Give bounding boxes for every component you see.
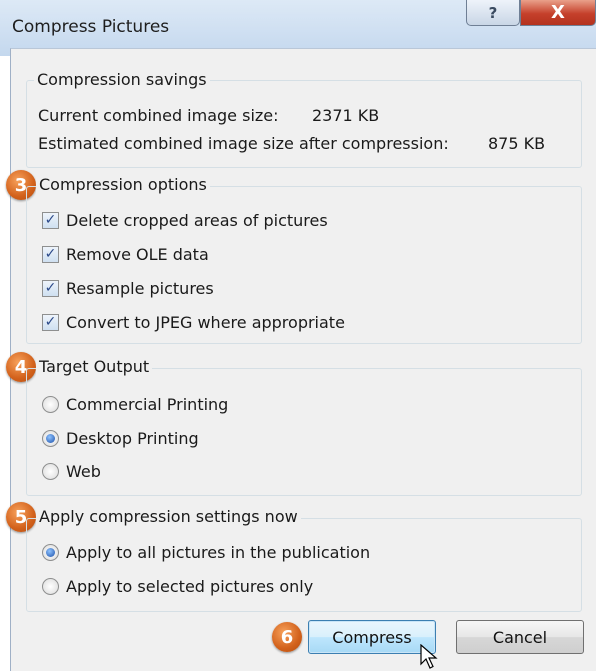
commercial-printing-radio[interactable]	[42, 396, 59, 413]
web-radio[interactable]	[42, 463, 59, 480]
options-legend: Compression options	[36, 175, 210, 195]
remove-ole-label[interactable]: Remove OLE data	[66, 245, 209, 265]
close-button[interactable]: X	[520, 0, 596, 26]
savings-legend: Compression savings	[34, 70, 210, 90]
delete-cropped-checkbox[interactable]: ✓	[42, 212, 59, 229]
window-title: Compress Pictures	[12, 17, 170, 37]
estimated-size-label: Estimated combined image size after comp…	[38, 134, 449, 153]
apply-legend: Apply compression settings now	[36, 507, 301, 527]
resample-checkbox[interactable]: ✓	[42, 280, 59, 297]
mouse-cursor-icon	[420, 644, 438, 669]
desktop-printing-radio[interactable]	[42, 430, 59, 447]
desktop-printing-label[interactable]: Desktop Printing	[66, 429, 199, 449]
apply-selected-radio[interactable]	[42, 578, 59, 595]
apply-group	[26, 518, 582, 612]
remove-ole-checkbox[interactable]: ✓	[42, 246, 59, 263]
commercial-printing-label[interactable]: Commercial Printing	[66, 395, 228, 415]
estimated-size-value: 875 KB	[488, 134, 546, 153]
current-size-value: 2371 KB	[312, 106, 380, 125]
delete-cropped-label[interactable]: Delete cropped areas of pictures	[66, 211, 328, 231]
apply-all-radio[interactable]	[42, 544, 59, 561]
apply-all-label[interactable]: Apply to all pictures in the publication	[66, 543, 370, 563]
step-6-badge: 6	[272, 622, 302, 652]
target-legend: Target Output	[36, 357, 153, 377]
help-icon: ?	[488, 3, 498, 22]
current-size-label: Current combined image size:	[38, 106, 279, 125]
convert-jpeg-label[interactable]: Convert to JPEG where appropriate	[66, 313, 345, 333]
web-label[interactable]: Web	[66, 462, 101, 482]
cancel-button[interactable]: Cancel	[456, 620, 584, 654]
close-icon: X	[551, 2, 565, 23]
apply-selected-label[interactable]: Apply to selected pictures only	[66, 577, 313, 597]
convert-jpeg-checkbox[interactable]: ✓	[42, 314, 59, 331]
help-button[interactable]: ?	[466, 0, 520, 26]
resample-label[interactable]: Resample pictures	[66, 279, 214, 299]
compress-button[interactable]: Compress	[308, 620, 436, 654]
